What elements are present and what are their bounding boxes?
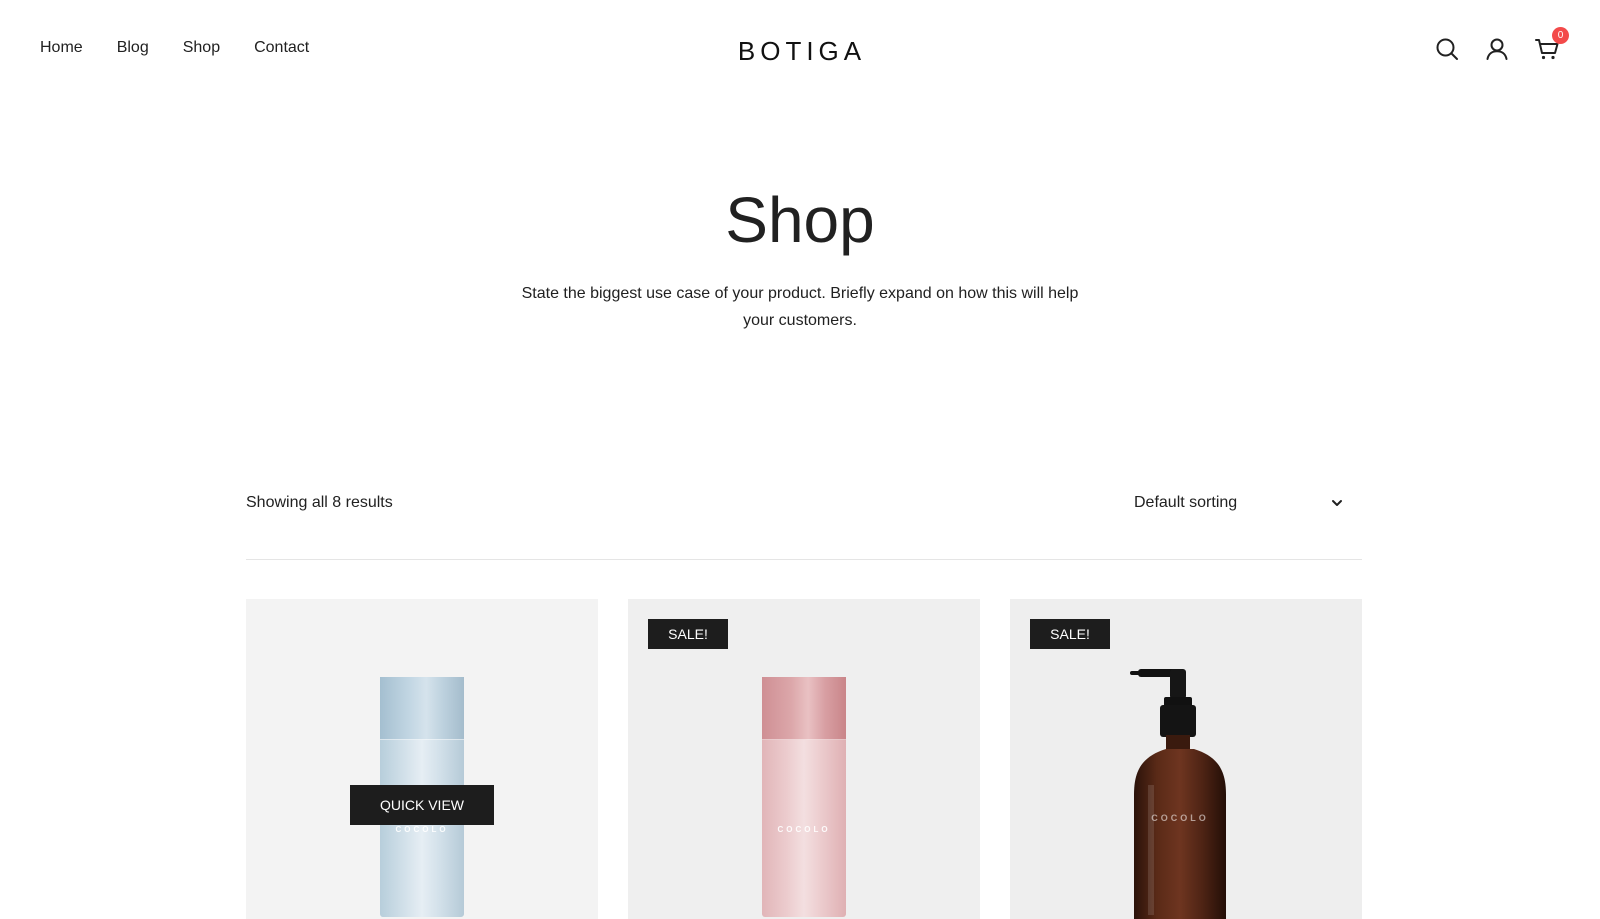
product-card[interactable]: COCOLO QUICK VIEW	[246, 599, 598, 919]
hero-section: Shop State the biggest use case of your …	[0, 180, 1600, 334]
product-image[interactable]: COCOLO	[762, 677, 846, 917]
cart-icon[interactable]: 0	[1534, 27, 1569, 62]
sort-select[interactable]: Default sorting	[1134, 492, 1344, 516]
site-header: Home Blog Shop Contact BOTIGA 0	[0, 0, 1600, 100]
page-title: Shop	[725, 184, 875, 256]
header-icons: 0	[1434, 27, 1569, 62]
product-card[interactable]: SALE! COCOLO	[628, 599, 980, 919]
sale-badge: SALE!	[648, 619, 728, 649]
product-brand-label: COCOLO	[777, 825, 831, 834]
site-logo[interactable]: BOTIGA	[0, 34, 1600, 68]
product-image[interactable]: COCOLO	[1120, 665, 1240, 919]
sort-select-value: Default sorting	[1134, 494, 1238, 511]
account-icon[interactable]	[1484, 36, 1510, 62]
sale-badge: SALE!	[1030, 619, 1110, 649]
result-count: Showing all 8 results	[246, 494, 393, 511]
product-brand-label: COCOLO	[395, 825, 449, 834]
product-brand-label: COCOLO	[1151, 813, 1209, 823]
cart-count-badge: 0	[1552, 27, 1569, 44]
chevron-down-icon	[1332, 500, 1342, 506]
search-icon[interactable]	[1434, 36, 1460, 62]
product-grid: COCOLO QUICK VIEW SALE! COCOLO SALE! COC…	[246, 599, 1362, 919]
quick-view-button[interactable]: QUICK VIEW	[350, 785, 494, 825]
page-description: State the biggest use case of your produ…	[521, 285, 1079, 329]
shop-toolbar: Showing all 8 results Default sorting	[246, 490, 1362, 560]
product-card[interactable]: SALE! COCOLO	[1010, 599, 1362, 919]
